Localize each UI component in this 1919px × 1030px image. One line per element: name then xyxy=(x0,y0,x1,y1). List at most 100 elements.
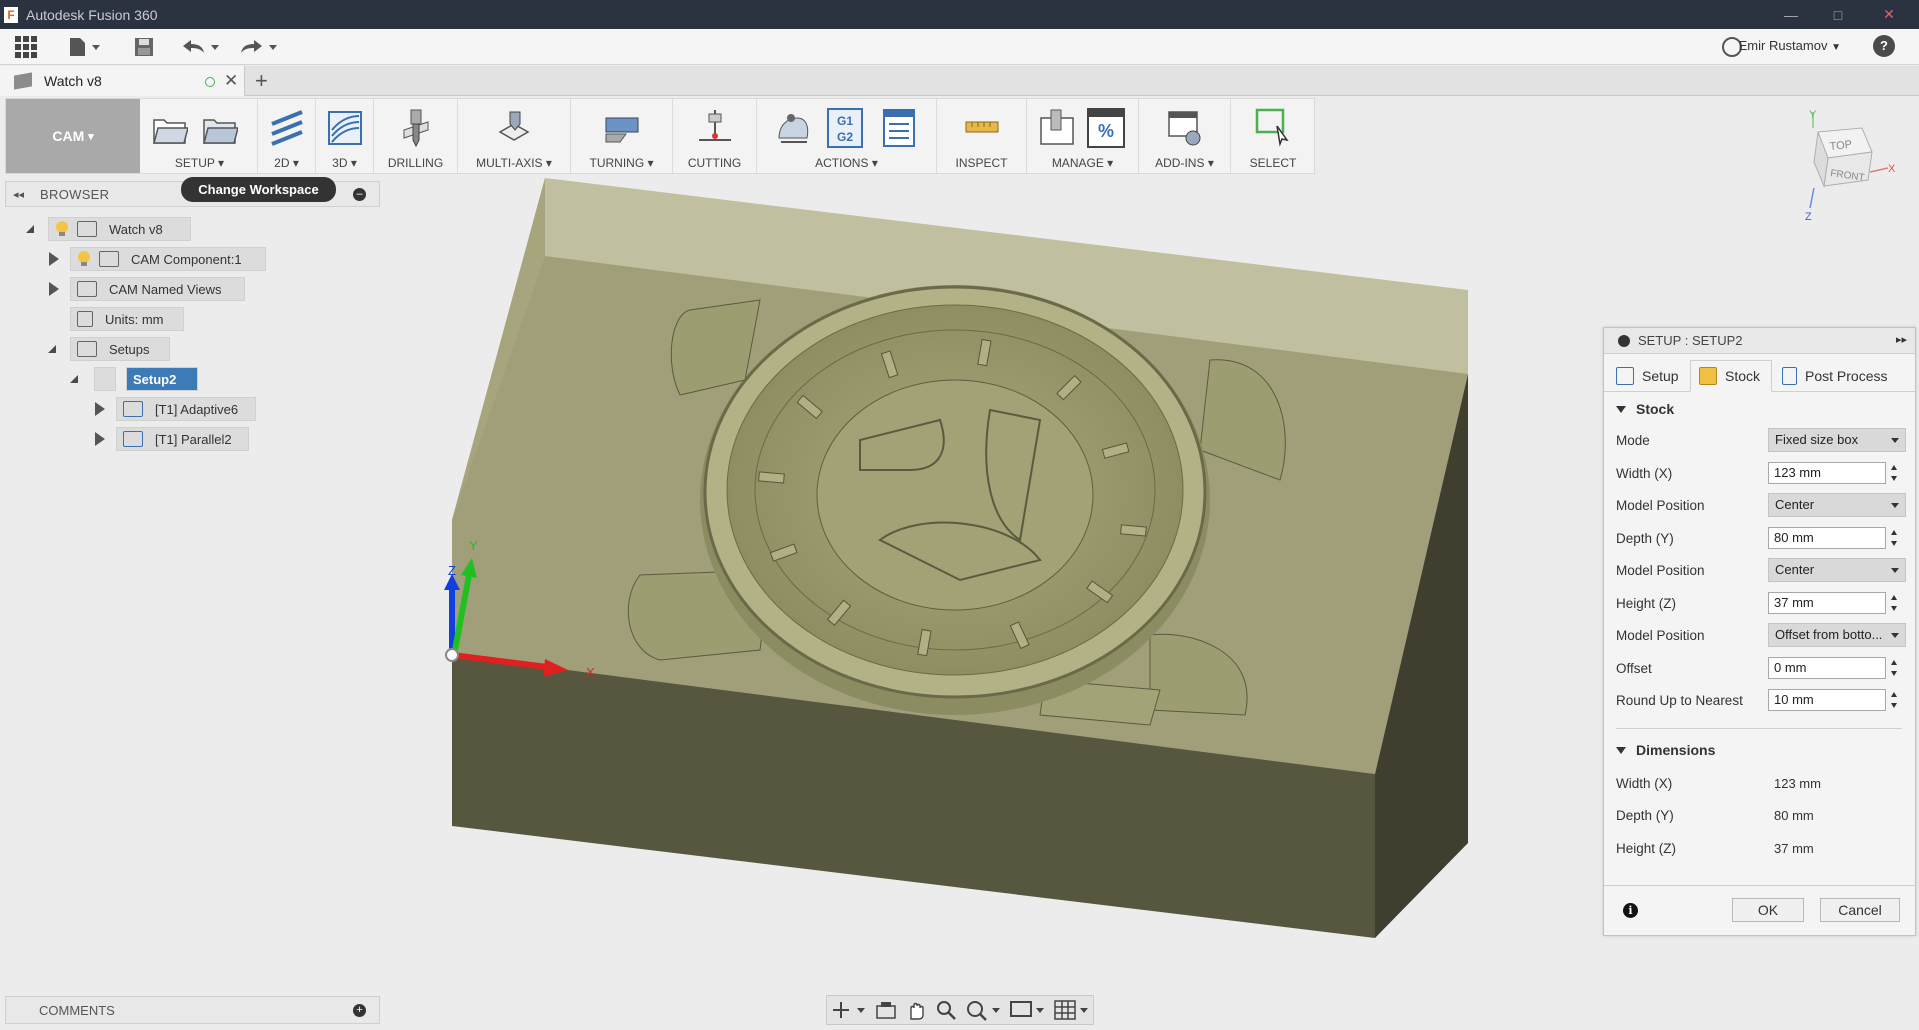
dialog-tabs: Setup Stock Post Process xyxy=(1604,358,1915,392)
save-button[interactable] xyxy=(132,33,156,61)
expand-arrow-icon[interactable] xyxy=(95,402,105,416)
user-menu[interactable]: Emir Rustamov ▼ xyxy=(1739,38,1841,53)
view-cube[interactable]: Y TOP FRONT X Z xyxy=(1800,108,1900,228)
redo-icon xyxy=(241,40,277,53)
workspace-tooltip: Change Workspace xyxy=(181,177,336,202)
dimensions-section-header[interactable]: Dimensions xyxy=(1616,742,1715,758)
help-button[interactable]: ? xyxy=(1873,35,1895,57)
model-position-x-select[interactable]: Center xyxy=(1768,493,1906,517)
setups-folder-icon xyxy=(77,341,97,357)
collapse-arrow-icon[interactable] xyxy=(48,345,56,353)
maximize-button[interactable]: □ xyxy=(1815,0,1861,29)
setup-icon xyxy=(94,367,116,391)
visibility-bulb-icon[interactable] xyxy=(77,251,91,267)
dialog-header[interactable]: SETUP : SETUP2 ▸▸ xyxy=(1604,328,1915,354)
display-settings-icon[interactable] xyxy=(1009,999,1045,1021)
depth-spinner[interactable] xyxy=(1889,527,1901,549)
offset-spinner[interactable] xyxy=(1889,657,1901,679)
field-round-up: Round Up to Nearest 10 mm xyxy=(1616,687,1906,713)
dialog-minimize-icon[interactable] xyxy=(1618,334,1630,347)
look-at-icon[interactable] xyxy=(875,1000,897,1020)
close-tab-button[interactable]: ✕ xyxy=(224,71,238,91)
tree-node-label: [T1] Adaptive6 xyxy=(155,401,239,417)
undo-button[interactable] xyxy=(180,33,222,61)
dimension-depth: Depth (Y) 80 mm xyxy=(1616,807,1814,823)
tree-node[interactable]: [T1] Parallel2 xyxy=(116,427,249,451)
minimize-icon: — xyxy=(1784,6,1798,23)
workspace-switcher[interactable]: CAM ▾ xyxy=(6,99,140,173)
mode-select[interactable]: Fixed size box xyxy=(1768,428,1906,452)
model-position-y-select[interactable]: Center xyxy=(1768,558,1906,582)
offset-input[interactable]: 0 mm xyxy=(1768,657,1886,679)
tree-node-label: Setup2 xyxy=(133,371,177,387)
component-icon xyxy=(99,251,119,267)
ribbon-group-3d[interactable]: 3D ▾ xyxy=(316,99,374,173)
height-spinner[interactable] xyxy=(1889,592,1901,614)
viewcube-y-label: Y xyxy=(1809,109,1817,121)
orbit-icon[interactable] xyxy=(831,1000,867,1020)
svg-text:Y: Y xyxy=(469,538,478,553)
grid-settings-icon[interactable] xyxy=(1053,999,1089,1021)
viewcube-x-label: X xyxy=(1888,163,1896,175)
data-panel-button[interactable] xyxy=(13,33,39,61)
title-bar: F Autodesk Fusion 360 — □ ✕ xyxy=(0,0,1919,29)
round-up-input[interactable]: 10 mm xyxy=(1768,689,1886,711)
field-width: Width (X) 123 mm xyxy=(1616,460,1906,486)
tree-node[interactable]: Units: mm xyxy=(70,307,184,331)
expand-dialog-icon[interactable]: ▸▸ xyxy=(1896,333,1907,346)
tree-node[interactable]: [T1] Adaptive6 xyxy=(116,397,256,421)
zoom-icon[interactable] xyxy=(935,999,957,1021)
tab-stock[interactable]: Stock xyxy=(1690,360,1772,392)
setup-dialog: SETUP : SETUP2 ▸▸ Setup Stock Post Proce… xyxy=(1603,327,1916,936)
tree-node-label: [T1] Parallel2 xyxy=(155,431,232,447)
file-icon xyxy=(70,38,100,56)
document-cube-icon xyxy=(14,72,32,90)
collapse-arrow-icon[interactable] xyxy=(70,375,78,383)
folder-icon xyxy=(77,281,97,297)
tree-node[interactable]: Setups xyxy=(70,337,170,361)
round-up-spinner[interactable] xyxy=(1889,689,1901,711)
file-menu-button[interactable] xyxy=(66,33,102,61)
stock-section-header[interactable]: Stock xyxy=(1616,401,1674,417)
browser-minimize-button[interactable]: – xyxy=(353,188,366,201)
add-comment-button[interactable]: + xyxy=(353,1004,366,1017)
setup-tab-icon xyxy=(1616,367,1634,385)
ribbon-group-2d[interactable]: 2D ▾ xyxy=(258,99,316,173)
ribbon-group-label: SETUP ▾ xyxy=(174,156,225,170)
ribbon-group-setup[interactable]: SETUP ▾ xyxy=(142,99,258,173)
tab-post-process[interactable]: Post Process xyxy=(1774,360,1904,392)
expand-arrow-icon[interactable] xyxy=(49,252,59,266)
visibility-bulb-icon[interactable] xyxy=(55,221,69,237)
section-divider xyxy=(1616,728,1902,729)
model-position-z-select[interactable]: Offset from botto... xyxy=(1768,623,1906,647)
cancel-button[interactable]: Cancel xyxy=(1820,898,1900,922)
minimize-button[interactable]: — xyxy=(1768,0,1814,29)
collapse-panel-icon[interactable]: ◂◂ xyxy=(13,188,24,201)
width-input[interactable]: 123 mm xyxy=(1768,462,1886,484)
new-tab-button[interactable]: + xyxy=(255,68,268,94)
tree-node[interactable]: Watch v8 xyxy=(48,217,191,241)
document-tab[interactable]: Watch v8 ✕ xyxy=(0,66,245,96)
fusion-logo-icon: F xyxy=(4,6,18,23)
dialog-title: SETUP : SETUP2 xyxy=(1638,333,1743,348)
info-icon[interactable]: i xyxy=(1623,903,1638,918)
stock-tab-icon xyxy=(1699,367,1717,385)
collapse-arrow-icon[interactable] xyxy=(26,225,34,233)
zoom-window-icon[interactable] xyxy=(965,999,1001,1021)
expand-arrow-icon[interactable] xyxy=(95,432,105,446)
3d-toolpath-icon xyxy=(328,111,362,145)
adaptive-toolpath-icon xyxy=(123,401,143,417)
grid-icon xyxy=(15,36,37,58)
tab-setup[interactable]: Setup xyxy=(1608,360,1690,392)
tree-node[interactable]: CAM Named Views xyxy=(70,277,245,301)
redo-button[interactable] xyxy=(238,33,280,61)
pan-hand-icon[interactable] xyxy=(905,999,927,1021)
close-window-button[interactable]: ✕ xyxy=(1866,0,1912,29)
width-spinner[interactable] xyxy=(1889,462,1901,484)
expand-arrow-icon[interactable] xyxy=(49,282,59,296)
tree-node[interactable]: CAM Component:1 xyxy=(70,247,266,271)
tree-node-selected[interactable]: Setup2 xyxy=(126,367,198,391)
ok-button[interactable]: OK xyxy=(1732,898,1804,922)
height-input[interactable]: 37 mm xyxy=(1768,592,1886,614)
depth-input[interactable]: 80 mm xyxy=(1768,527,1886,549)
